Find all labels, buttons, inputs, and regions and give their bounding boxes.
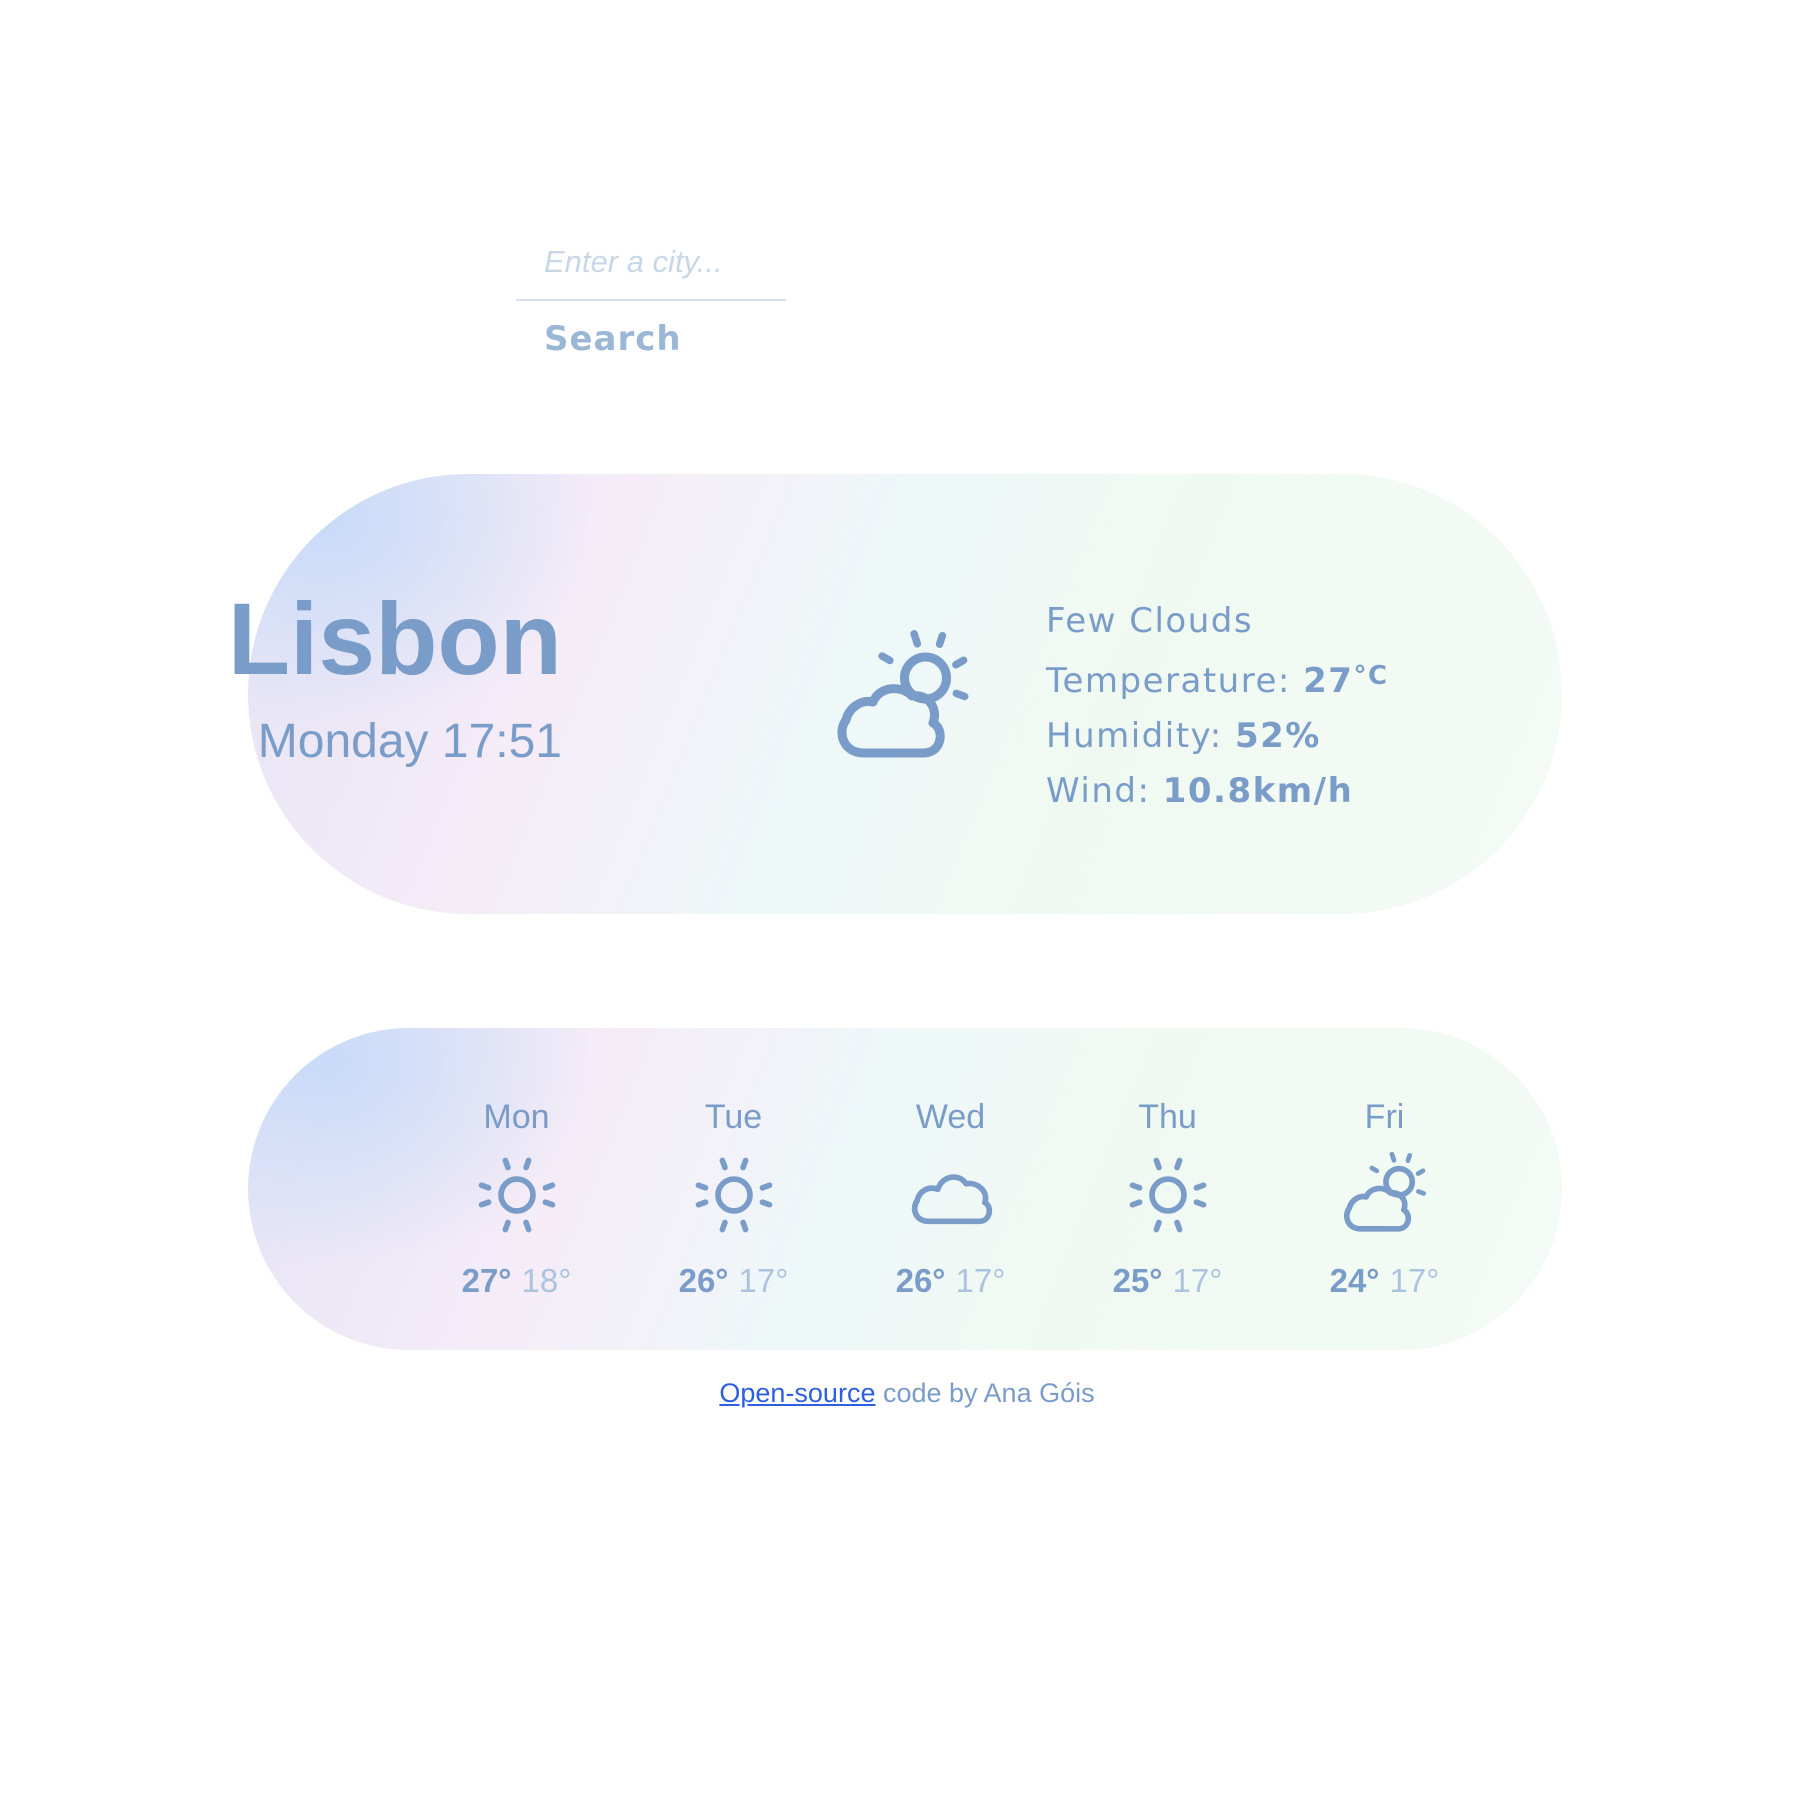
forecast-temps: 26° 17°: [625, 1264, 842, 1297]
footer-credit: code by Ana Góis: [875, 1378, 1095, 1408]
sun-icon: [478, 1157, 555, 1233]
forecast-day: Mon 27° 18°: [408, 1100, 625, 1297]
forecast-max-temp: 27°: [461, 1262, 512, 1299]
weather-app: Search Lisbon Monday 17:51 Few Clouds Te…: [0, 0, 1814, 1814]
forecast-min-temp: 17°: [738, 1262, 789, 1299]
forecast-max-temp: 24°: [1329, 1262, 1380, 1299]
forecast-card: Mon 27° 18° Tue 26° 17° Wed 26° 17° Thu …: [248, 1028, 1562, 1350]
temperature-label: Temperature:: [1046, 661, 1291, 701]
footer: Open-source code by Ana Góis: [0, 1378, 1814, 1409]
weather-description: Few Clouds: [1046, 601, 1254, 641]
few-clouds-icon: [837, 630, 969, 758]
search-form: Search: [516, 225, 786, 359]
forecast-temps: 24° 17°: [1276, 1264, 1493, 1297]
forecast-min-temp: 17°: [1172, 1262, 1223, 1299]
humidity-row: Humidity: 52%: [1046, 709, 1389, 764]
temperature-row: Temperature: 27°C: [1046, 649, 1389, 709]
forecast-day-name: Wed: [915, 1098, 986, 1136]
forecast-min-temp: 17°: [955, 1262, 1006, 1299]
sun-icon: [695, 1157, 772, 1233]
forecast-day-name: Tue: [704, 1098, 763, 1136]
forecast-day: Wed 26° 17°: [842, 1100, 1059, 1297]
forecast-max-temp: 26°: [678, 1262, 729, 1299]
forecast-day-name: Thu: [1138, 1098, 1197, 1136]
open-source-link[interactable]: Open-source: [719, 1378, 875, 1408]
temperature-unit: °C: [1353, 661, 1389, 691]
forecast-days: Mon 27° 18° Tue 26° 17° Wed 26° 17° Thu …: [408, 1100, 1493, 1297]
humidity-label: Humidity:: [1046, 716, 1223, 756]
temperature-value: 27: [1303, 661, 1354, 701]
forecast-min-temp: 17°: [1389, 1262, 1440, 1299]
city-search-input[interactable]: [516, 225, 786, 301]
sun-icon: [1129, 1157, 1206, 1233]
forecast-day: Tue 26° 17°: [625, 1100, 842, 1297]
forecast-temps: 25° 17°: [1059, 1264, 1276, 1297]
wind-value: 10.8km/h: [1162, 771, 1354, 811]
current-datetime: Monday 17:51: [257, 715, 562, 768]
wind-label: Wind:: [1046, 771, 1151, 811]
search-button[interactable]: Search: [544, 319, 682, 359]
forecast-max-temp: 26°: [895, 1262, 946, 1299]
forecast-day-name: Fri: [1364, 1098, 1405, 1136]
city-name: Lisbon: [227, 582, 562, 696]
current-weather-card: Lisbon Monday 17:51 Few Clouds Temperatu…: [228, 474, 1562, 914]
forecast-day: Thu 25° 17°: [1059, 1100, 1276, 1297]
cloud-icon: [911, 1174, 992, 1225]
humidity-value: 52%: [1234, 716, 1321, 756]
forecast-day: Fri 24° 17°: [1276, 1100, 1493, 1297]
forecast-min-temp: 18°: [521, 1262, 572, 1299]
weather-details: Few Clouds Temperature: 27°C Humidity: 5…: [1046, 594, 1389, 819]
forecast-temps: 27° 18°: [408, 1264, 625, 1297]
forecast-temps: 26° 17°: [842, 1264, 1059, 1297]
forecast-day-name: Mon: [483, 1098, 550, 1136]
few-clouds-icon: [1343, 1151, 1426, 1232]
forecast-max-temp: 25°: [1112, 1262, 1163, 1299]
city-block: Lisbon Monday 17:51: [228, 588, 562, 766]
wind-row: Wind: 10.8km/h: [1046, 764, 1389, 819]
